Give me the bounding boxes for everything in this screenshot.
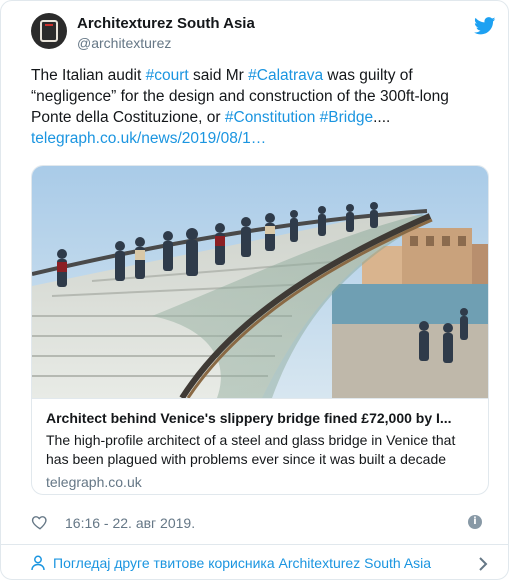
heart-icon[interactable]: [31, 513, 49, 531]
card-description: The high-profile architect of a steel an…: [46, 432, 456, 467]
card-body: Architect behind Venice's slippery bridg…: [32, 398, 488, 494]
avatar-logo-accent: [45, 24, 53, 26]
view-more-label[interactable]: Погледај друге твитове корисника Archite…: [53, 555, 431, 571]
view-more-tweets[interactable]: Погледај друге твитове корисника Archite…: [1, 544, 508, 579]
tweet-meta: 16:16 - 22. авг 2019. i: [31, 513, 488, 533]
hashtag-calatrava[interactable]: #Calatrava: [248, 67, 323, 84]
article-link[interactable]: telegraph.co.uk/news/2019/08/1…: [31, 130, 266, 147]
card-title[interactable]: Architect behind Venice's slippery bridg…: [46, 409, 474, 428]
person-icon: [31, 555, 45, 571]
embedded-tweet: Architexturez South Asia @architexturez …: [0, 0, 509, 580]
author-handle[interactable]: @architexturez: [77, 35, 171, 51]
tweet-text: The Italian audit #court said Mr #Calatr…: [31, 65, 481, 149]
twitter-bird-icon[interactable]: [474, 17, 496, 35]
info-icon[interactable]: i: [468, 515, 482, 529]
hashtag-bridge[interactable]: #Bridge: [320, 109, 373, 126]
author-name[interactable]: Architexturez South Asia: [77, 15, 255, 32]
card-image[interactable]: [32, 166, 488, 398]
link-card[interactable]: Architect behind Venice's slippery bridg…: [31, 165, 489, 495]
tweet-header: Architexturez South Asia @architexturez: [31, 11, 498, 55]
card-domain: telegraph.co.uk: [46, 474, 142, 490]
hashtag-constitution[interactable]: #Constitution: [225, 109, 315, 126]
tweet-text-part: The Italian audit: [31, 67, 146, 84]
tweet-text-part: ....: [373, 109, 391, 126]
hashtag-court[interactable]: #court: [146, 67, 189, 84]
timestamp[interactable]: 16:16 - 22. авг 2019.: [65, 515, 195, 531]
chevron-right-icon[interactable]: [478, 556, 488, 572]
avatar[interactable]: [31, 13, 67, 49]
tweet-text-part: said Mr: [188, 67, 249, 84]
